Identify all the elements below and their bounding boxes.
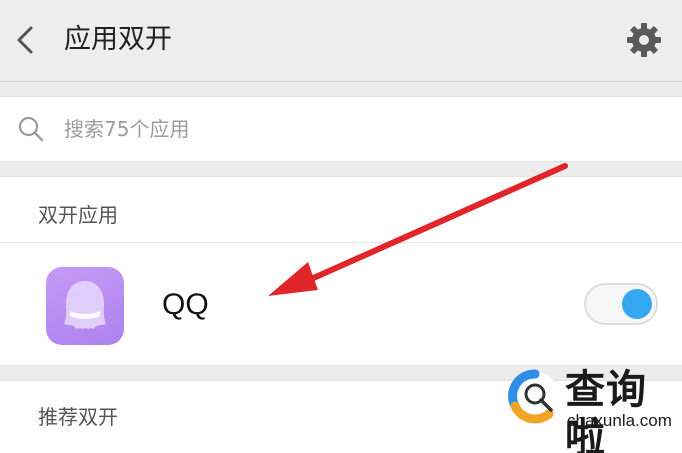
search-bar[interactable] bbox=[0, 96, 682, 162]
search-icon bbox=[18, 116, 44, 142]
section-title-recommend: 推荐双开 bbox=[38, 405, 118, 429]
watermark-logo-icon bbox=[508, 369, 559, 424]
page-title: 应用双开 bbox=[64, 24, 172, 55]
toggle-knob bbox=[622, 289, 652, 319]
gear-icon bbox=[627, 23, 661, 57]
watermark: 查询啦 chaxunla.com bbox=[505, 366, 675, 453]
app-row-qq[interactable]: QQ bbox=[0, 243, 682, 367]
section-title-dual-apps: 双开应用 bbox=[38, 203, 118, 227]
watermark-url: chaxunla.com bbox=[567, 411, 672, 430]
chevron-left-icon bbox=[17, 26, 33, 54]
app-name: QQ bbox=[162, 288, 209, 321]
qq-penguin-icon bbox=[46, 267, 124, 345]
title-bar: 应用双开 bbox=[0, 0, 682, 82]
dual-apps-section: 双开应用 QQ bbox=[0, 176, 682, 366]
search-input[interactable] bbox=[64, 111, 624, 147]
settings-button[interactable] bbox=[624, 20, 664, 60]
back-button[interactable] bbox=[10, 20, 44, 60]
dual-open-toggle[interactable] bbox=[584, 283, 658, 325]
